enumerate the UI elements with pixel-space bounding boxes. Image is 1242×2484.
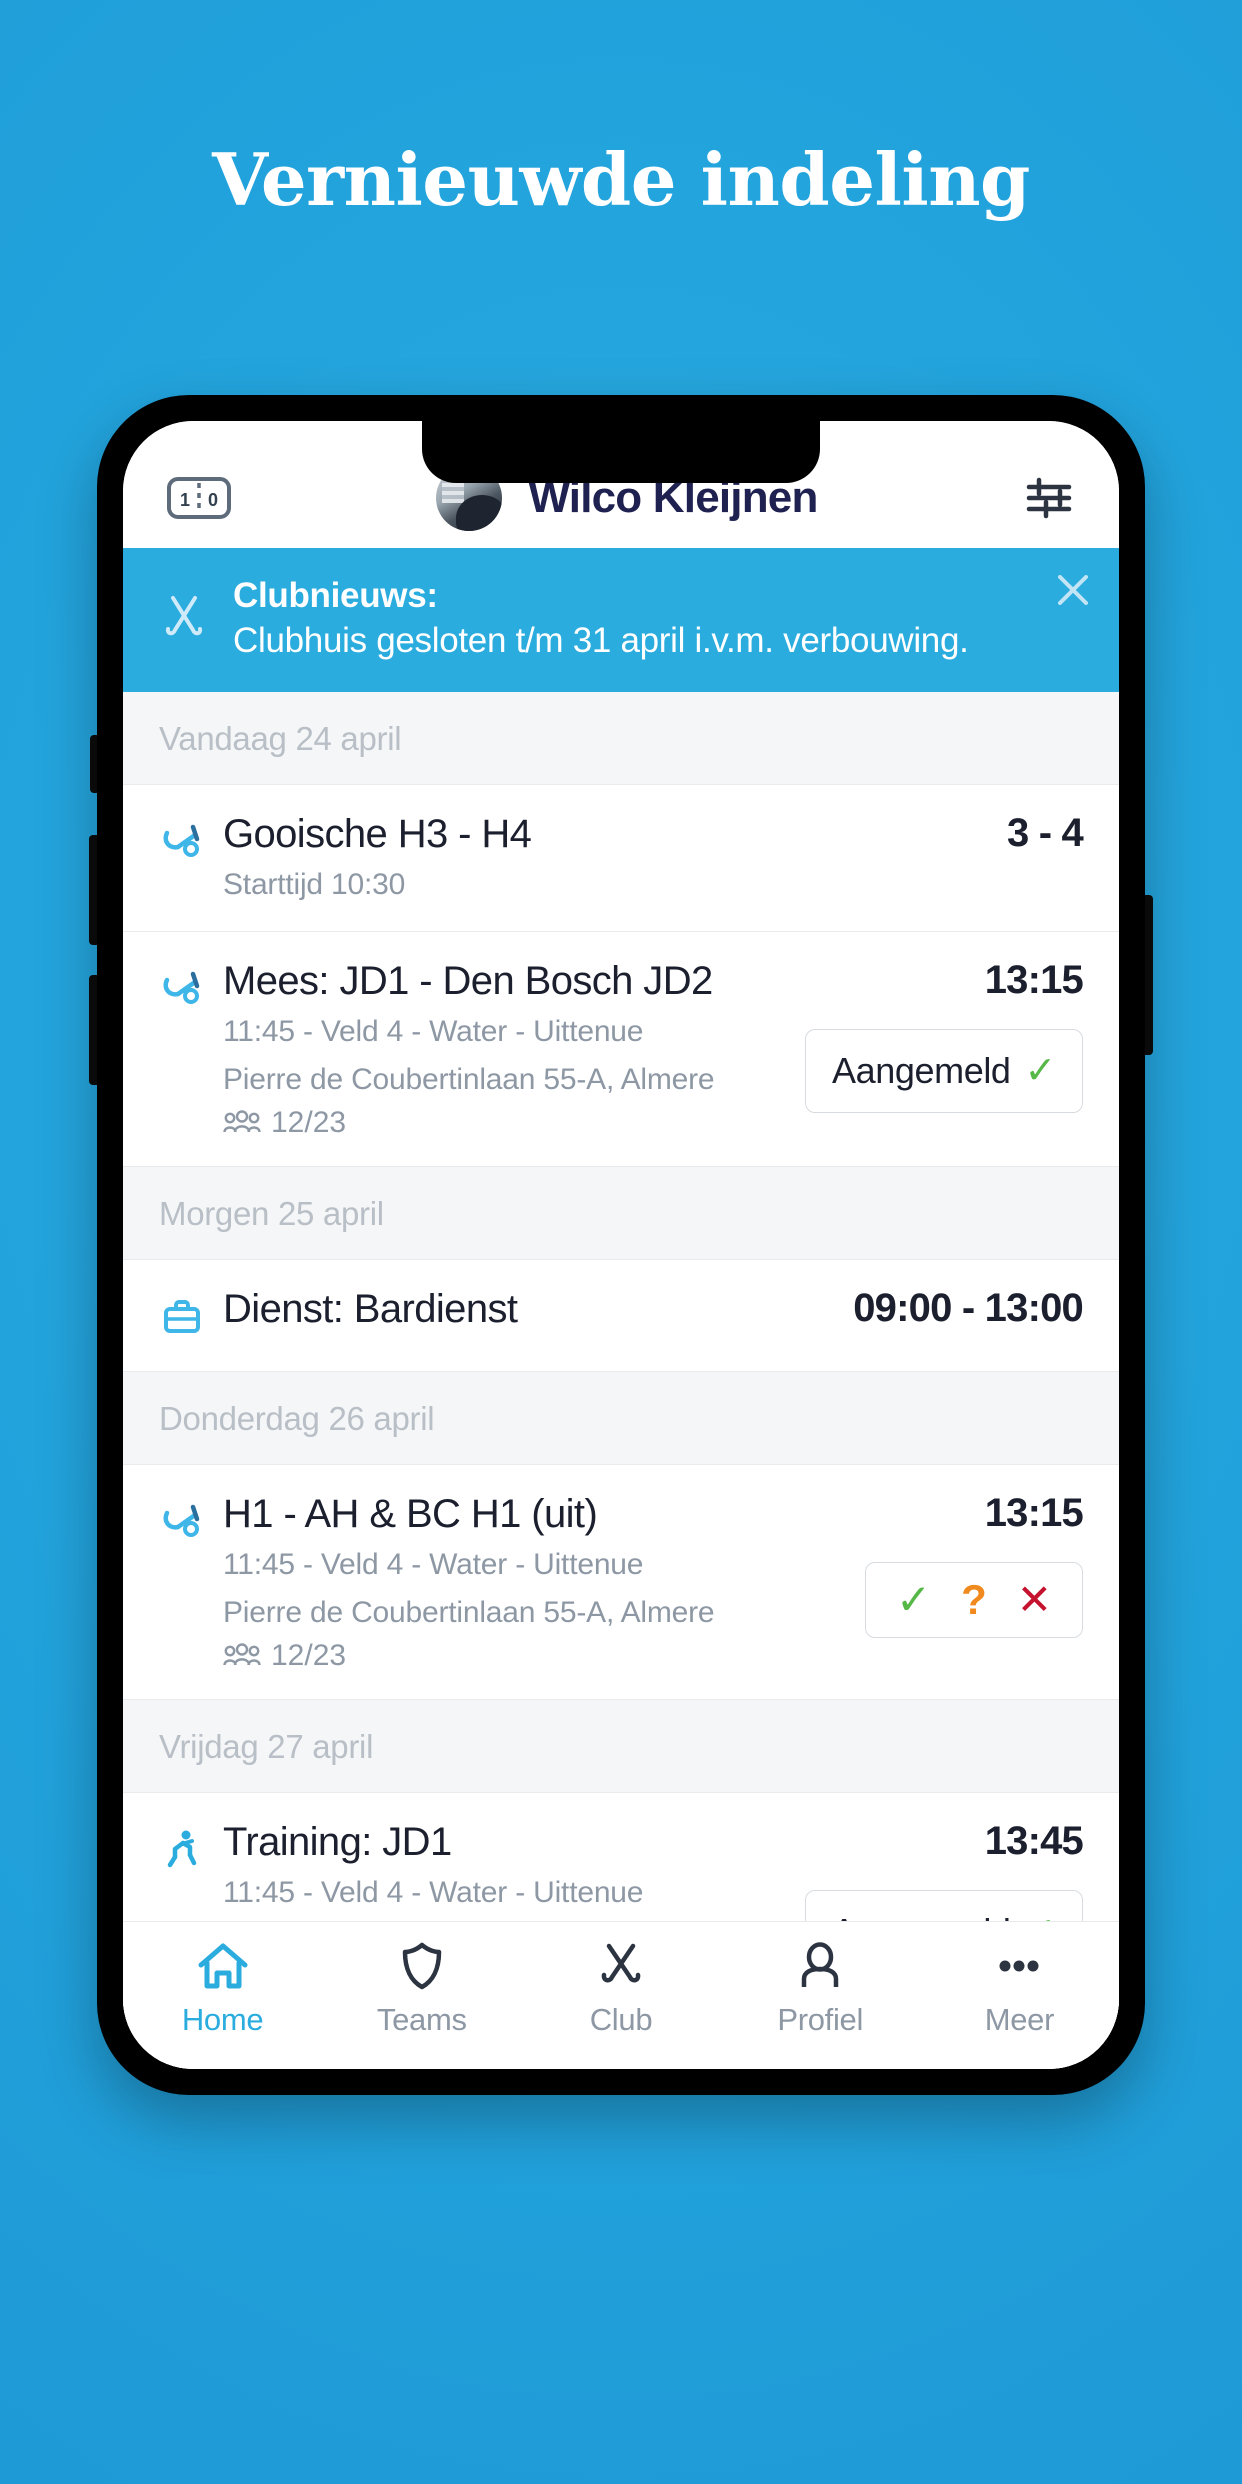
day-header: Donderdag 26 april [123,1372,1119,1466]
ellipsis-icon [992,1938,1046,1994]
event-subtitle: 11:45 - Veld 4 - Water - Uittenue [223,1876,644,1910]
nav-label-home: Home [181,2002,264,2037]
event-subtitle: 11:45 - Veld 4 - Water - Uittenue [223,1015,644,1049]
rsvp-button-group[interactable]: ✓ ? ✕ [864,1562,1083,1639]
nav-label-club: Club [589,2002,653,2037]
club-news-banner[interactable]: Clubnieuws: Clubhuis gesloten t/m 31 apr… [123,548,1119,692]
hockey-stick-ball-icon [159,958,205,1140]
shield-icon [395,1938,449,1994]
rsvp-yes-button[interactable]: ✓ [896,1579,931,1621]
list-item[interactable]: Mees: JD1 - Den Bosch JD2 11:45 - Veld 4… [123,932,1119,1168]
phone-volume-up-button [89,835,97,945]
event-main: Gooische H3 - H4 Starttijd 10:30 [223,811,993,906]
day-header: Vandaag 24 april [123,691,1119,785]
event-attendance: 12/23 [223,1639,851,1673]
hockey-stick-ball-icon [159,811,205,906]
event-right: 09:00 - 13:00 [839,1286,1084,1345]
nav-item-club[interactable]: Club [521,1938,720,2038]
nav-label-meer: Meer [984,2002,1055,2037]
home-icon [196,1938,250,1994]
sliders-settings-icon[interactable] [1023,472,1075,524]
phone-frame: 1 0 Wilco Kleijnen Clubnieuws: Clubhuis … [89,395,1153,2095]
event-attendance: 12/23 [223,1106,791,1140]
event-right: 3 - 4 [993,810,1084,906]
event-subtitle: 11:45 - Veld 4 - Water - Uittenue [223,1548,644,1582]
close-icon[interactable] [1053,570,1093,610]
event-time: 13:45 [984,1819,1084,1864]
event-main: H1 - AH & BC H1 (uit) 11:45 - Veld 4 - W… [223,1491,851,1673]
event-title: H1 - AH & BC H1 (uit) [223,1492,598,1537]
nav-item-home[interactable]: Home [123,1938,322,2038]
event-subtitle: Starttijd 10:30 [223,867,406,901]
briefcase-duty-icon [159,1286,205,1345]
rsvp-maybe-button[interactable]: ? [961,1579,987,1621]
banner-title: Clubnieuws: [233,576,438,615]
phone-power-button [1145,895,1153,1055]
people-icon [223,1110,261,1136]
event-title: Dienst: Bardienst [223,1287,518,1332]
list-item[interactable]: Gooische H3 - H4 Starttijd 10:30 3 - 4 [123,784,1119,933]
event-right: 13:15 ✓ ? ✕ [851,1491,1084,1673]
agenda-list: Vandaag 24 april Gooische H3 - H4 Startt… [123,691,1119,2069]
bottom-nav: Home Teams Club Profiel Meer [123,1921,1119,2069]
phone-mute-switch [90,735,97,793]
banner-body: Clubhuis gesloten t/m 31 april i.v.m. ve… [233,620,969,660]
event-main: Mees: JD1 - Den Bosch JD2 11:45 - Veld 4… [223,958,791,1140]
promo-headline: Vernieuwde indeling [212,137,1030,222]
event-time: 09:00 - 13:00 [853,1286,1084,1331]
event-title: Training: JD1 [223,1820,452,1865]
hockey-stick-ball-icon [159,1491,205,1673]
aangemeld-label: Aangemeld [832,1050,1011,1092]
crossed-hockey-sticks-icon [157,592,211,646]
person-icon [793,1938,847,1994]
nav-item-teams[interactable]: Teams [322,1938,521,2038]
phone-notch [422,421,820,483]
svg-text:1: 1 [180,490,190,510]
event-location: Pierre de Coubertinlaan 55-A, Almere [223,1595,715,1629]
nav-label-teams: Teams [376,2002,467,2037]
nav-label-profiel: Profiel [777,2002,864,2037]
event-location: Pierre de Coubertinlaan 55-A, Almere [223,1062,715,1096]
rsvp-no-button[interactable]: ✕ [1017,1579,1052,1621]
aangemeld-button[interactable]: Aangemeld ✓ [805,1029,1083,1114]
attendance-count: 12/23 [271,1639,347,1673]
event-time: 13:15 [984,1491,1084,1536]
event-time: 13:15 [984,958,1084,1003]
list-item[interactable]: H1 - AH & BC H1 (uit) 11:45 - Veld 4 - W… [123,1465,1119,1701]
list-item[interactable]: Dienst: Bardienst 09:00 - 13:00 [123,1260,1119,1373]
attendance-count: 12/23 [271,1106,347,1140]
nav-item-meer[interactable]: Meer [920,1938,1119,2038]
day-header: Morgen 25 april [123,1167,1119,1261]
scoreboard-icon[interactable]: 1 0 [167,475,231,521]
phone-screen: 1 0 Wilco Kleijnen Clubnieuws: Clubhuis … [123,421,1119,2069]
day-header: Vrijdag 27 april [123,1700,1119,1794]
event-score: 3 - 4 [1006,810,1084,855]
crossed-sticks-icon [594,1938,648,1994]
event-title: Mees: JD1 - Den Bosch JD2 [223,959,713,1004]
event-main: Dienst: Bardienst [223,1286,839,1345]
nav-item-profiel[interactable]: Profiel [721,1938,920,2038]
check-icon: ✓ [1024,1050,1057,1093]
people-icon [223,1643,261,1669]
event-title: Gooische H3 - H4 [223,811,532,856]
event-right: 13:15 Aangemeld ✓ [791,958,1084,1140]
svg-text:0: 0 [208,490,218,510]
phone-volume-down-button [89,975,97,1085]
banner-text: Clubnieuws: Clubhuis gesloten t/m 31 apr… [233,574,1085,664]
